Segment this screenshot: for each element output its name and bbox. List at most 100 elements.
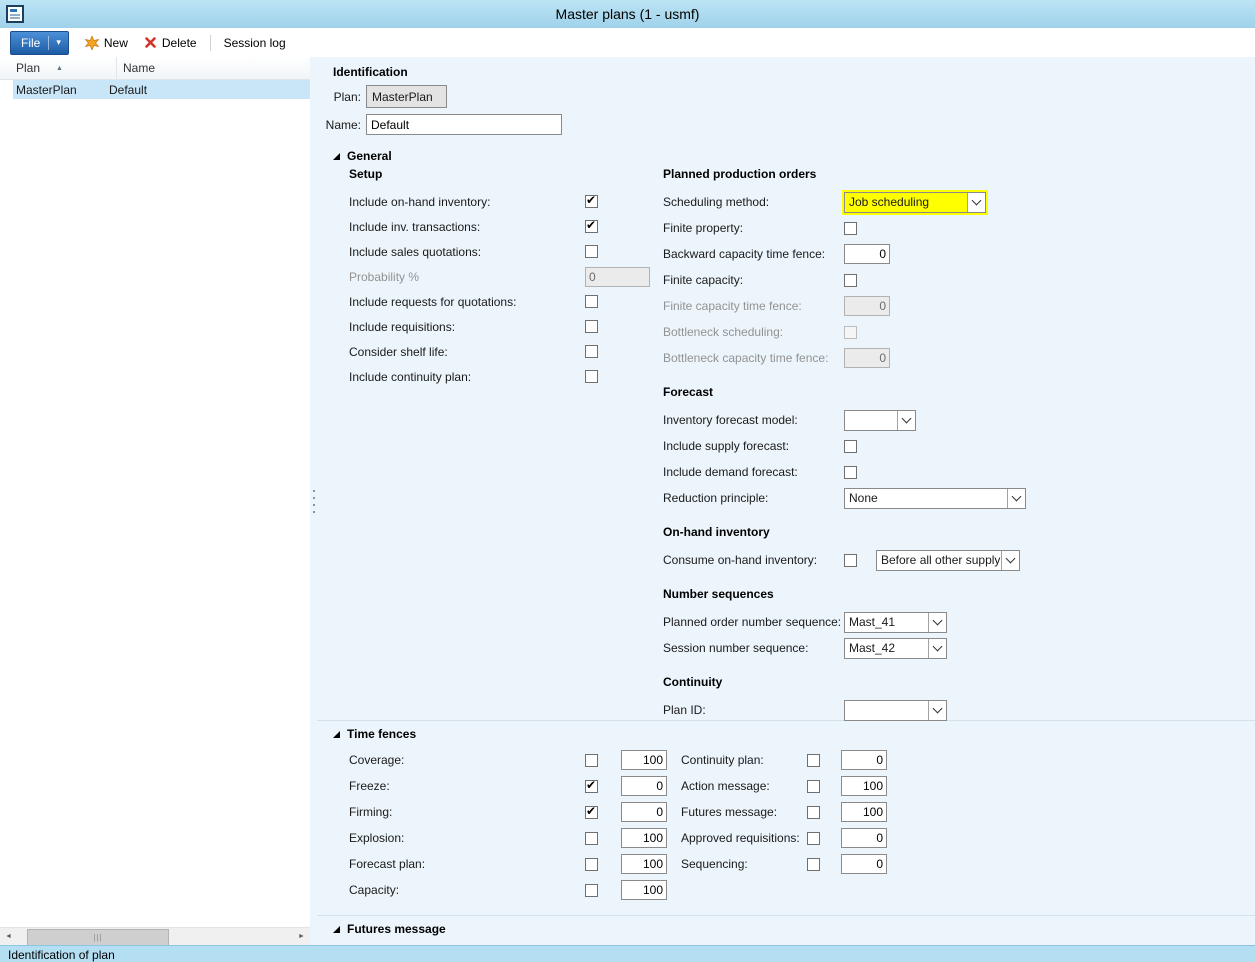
include-requisitions-checkbox[interactable]: [585, 320, 598, 333]
consume-on-hand-combo[interactable]: Before all other supply: [876, 550, 1020, 571]
section-header-time-fences[interactable]: Time fences: [317, 721, 1255, 745]
scrollbar-track[interactable]: |||: [17, 928, 293, 945]
field-label: Include on-hand inventory:: [349, 195, 585, 209]
field-row: Probability %: [349, 264, 661, 289]
plan-id-combo[interactable]: [844, 700, 947, 721]
field-row: Scheduling method: Job scheduling: [663, 189, 1255, 215]
field-label: Include sales quotations:: [349, 245, 585, 259]
chevron-down-icon[interactable]: [1007, 489, 1025, 508]
include-continuity-plan-checkbox[interactable]: [585, 370, 598, 383]
column-header-name[interactable]: Name: [117, 57, 310, 79]
scroll-left-icon[interactable]: ◄: [0, 928, 17, 945]
include-inv-transactions-checkbox[interactable]: [585, 220, 598, 233]
include-requests-for-quotations-checkbox[interactable]: [585, 295, 598, 308]
chevron-down-icon[interactable]: [967, 193, 985, 212]
approved-requisitions-checkbox[interactable]: [807, 832, 820, 845]
file-menu-button[interactable]: File ▾: [10, 31, 69, 55]
section-header-general[interactable]: General: [317, 143, 1255, 167]
field-row: Backward capacity time fence:: [663, 241, 1255, 267]
freeze-input[interactable]: [621, 776, 667, 796]
window-title: Master plans (1 - usmf): [0, 6, 1255, 22]
chevron-down-icon[interactable]: [928, 613, 946, 632]
forecast-plan-input[interactable]: [621, 854, 667, 874]
include-on-hand-inventory-checkbox[interactable]: [585, 195, 598, 208]
capacity-input[interactable]: [621, 880, 667, 900]
field-label: Include requisitions:: [349, 320, 585, 334]
detail-panel: Identification Plan: MasterPlan Name: Ge…: [317, 57, 1255, 945]
field-label: Bottleneck scheduling:: [663, 325, 844, 339]
chevron-down-icon[interactable]: [928, 639, 946, 658]
planned-order-number-sequence-combo[interactable]: Mast_41: [844, 612, 947, 633]
futures-message-checkbox[interactable]: [807, 806, 820, 819]
section-header-futures-message[interactable]: Futures message: [317, 916, 1255, 940]
field-row: Finite property:: [663, 215, 1255, 241]
reduction-principle-combo[interactable]: None: [844, 488, 1026, 509]
consume-on-hand-inventory-checkbox[interactable]: [844, 554, 857, 567]
plan-id-value: [845, 701, 928, 720]
splitter-dot: [313, 511, 315, 513]
explosion-checkbox[interactable]: [585, 832, 598, 845]
new-star-icon: [85, 36, 99, 50]
coverage-checkbox[interactable]: [585, 754, 598, 767]
sequencing-input[interactable]: [841, 854, 887, 874]
include-supply-forecast-checkbox[interactable]: [844, 440, 857, 453]
action-message-input[interactable]: [841, 776, 887, 796]
chevron-down-icon[interactable]: [928, 701, 946, 720]
field-row: Freeze:: [349, 773, 667, 799]
scroll-right-icon[interactable]: ►: [293, 928, 310, 945]
continuity-plan-checkbox[interactable]: [807, 754, 820, 767]
inventory-forecast-model-combo[interactable]: [844, 410, 916, 431]
continuity-plan-input[interactable]: [841, 750, 887, 770]
toolbar-separator: [210, 35, 211, 51]
toolbar: File ▾ New Delete Session log: [0, 28, 1255, 58]
freeze-checkbox[interactable]: [585, 780, 598, 793]
field-label: Capacity:: [349, 883, 585, 897]
scheduling-method-combo[interactable]: Job scheduling: [844, 192, 986, 213]
chevron-down-icon[interactable]: [897, 411, 915, 430]
bottleneck-capacity-time-fence-input: [844, 348, 890, 368]
general-header-label: General: [347, 149, 392, 163]
plan-field[interactable]: MasterPlan: [366, 85, 447, 108]
setup-column: Setup Include on-hand inventory: Include…: [349, 167, 661, 389]
plans-grid: Plan ▲ Name MasterPlan Default ◄ ||| ►: [0, 57, 311, 945]
session-log-label: Session log: [224, 36, 286, 50]
capacity-checkbox[interactable]: [585, 884, 598, 897]
sequencing-checkbox[interactable]: [807, 858, 820, 871]
splitter-dot: [313, 490, 315, 492]
chevron-down-icon[interactable]: [1001, 551, 1019, 570]
approved-requisitions-input[interactable]: [841, 828, 887, 848]
field-row: Include requisitions:: [349, 314, 661, 339]
session-number-sequence-combo[interactable]: Mast_42: [844, 638, 947, 659]
finite-capacity-checkbox[interactable]: [844, 274, 857, 287]
name-input[interactable]: [366, 114, 562, 135]
backward-capacity-time-fence-input[interactable]: [844, 244, 890, 264]
field-row: Consume on-hand inventory: Before all ot…: [663, 547, 1255, 573]
forecast-plan-checkbox[interactable]: [585, 858, 598, 871]
include-sales-quotations-checkbox[interactable]: [585, 245, 598, 258]
firming-input[interactable]: [621, 802, 667, 822]
coverage-input[interactable]: [621, 750, 667, 770]
field-row: Include on-hand inventory:: [349, 189, 661, 214]
futures-message-input[interactable]: [841, 802, 887, 822]
scrollbar-grip-icon: |||: [93, 933, 102, 942]
column-header-plan[interactable]: Plan ▲: [0, 57, 117, 79]
finite-property-checkbox[interactable]: [844, 222, 857, 235]
scrollbar-thumb[interactable]: |||: [27, 929, 169, 946]
consider-shelf-life-checkbox[interactable]: [585, 345, 598, 358]
futures-message-header-label: Futures message: [347, 922, 446, 936]
section-time-fences: Time fences Coverage: Freeze: Firming:: [317, 720, 1255, 907]
grid-horizontal-scrollbar[interactable]: ◄ ||| ►: [0, 927, 310, 945]
session-log-button[interactable]: Session log: [216, 32, 294, 54]
field-label: Include requests for quotations:: [349, 295, 585, 309]
grid-row-masterplan[interactable]: MasterPlan Default: [13, 80, 310, 99]
field-row: Inventory forecast model:: [663, 407, 1255, 433]
time-fences-body: Coverage: Freeze: Firming: Explosion:: [317, 747, 1255, 907]
explosion-input[interactable]: [621, 828, 667, 848]
action-message-checkbox[interactable]: [807, 780, 820, 793]
firming-checkbox[interactable]: [585, 806, 598, 819]
include-demand-forecast-checkbox[interactable]: [844, 466, 857, 479]
new-button[interactable]: New: [77, 32, 136, 54]
panel-splitter[interactable]: [310, 57, 317, 945]
delete-button[interactable]: Delete: [136, 32, 205, 54]
expander-icon: [333, 153, 340, 160]
